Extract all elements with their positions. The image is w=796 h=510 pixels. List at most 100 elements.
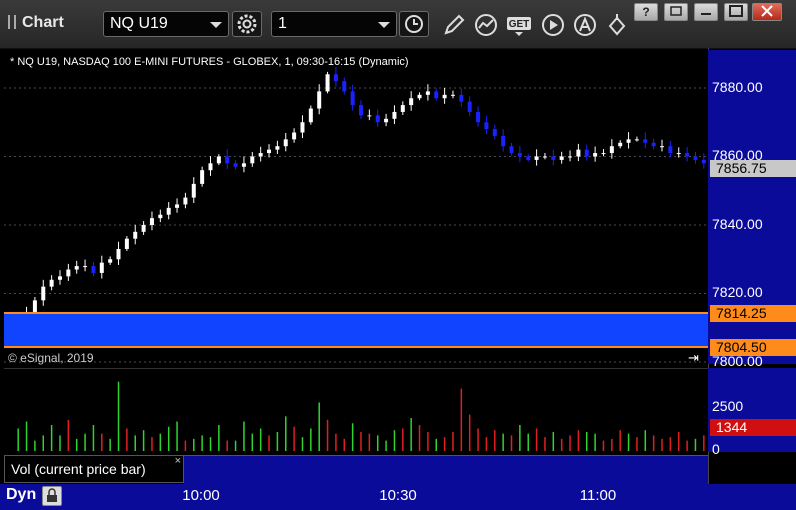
- candle: [576, 149, 581, 157]
- alert-icon[interactable]: [572, 12, 598, 38]
- candle: [526, 156, 531, 160]
- candle: [476, 111, 481, 123]
- candle: [593, 153, 598, 157]
- settings-button[interactable]: [232, 11, 262, 37]
- candle: [660, 146, 665, 148]
- maximize-button[interactable]: [724, 3, 748, 21]
- candle: [49, 279, 54, 287]
- candle: [359, 105, 363, 116]
- candle: [409, 98, 414, 106]
- candle: [634, 139, 639, 141]
- candle: [267, 149, 272, 154]
- chevron-down-icon[interactable]: [210, 22, 222, 28]
- gear-icon: [237, 14, 257, 34]
- volume-axis[interactable]: 2500 0 1344: [708, 368, 796, 457]
- candle: [450, 94, 455, 96]
- title-bar: Chart NQ U19 1 GET ?: [0, 0, 796, 49]
- volume-pane[interactable]: [4, 368, 708, 453]
- candle: [701, 159, 706, 164]
- close-study-icon[interactable]: ×: [175, 455, 181, 467]
- pencil-icon[interactable]: [441, 12, 467, 38]
- candle: [434, 91, 439, 99]
- candle: [375, 115, 380, 123]
- study-icon[interactable]: [473, 12, 499, 38]
- time-axis[interactable]: Dyn 10:00 10:30 11:00: [0, 484, 796, 510]
- candle: [300, 122, 305, 133]
- candle: [492, 129, 497, 136]
- volume-label-bar: [184, 455, 708, 484]
- candle: [258, 153, 263, 157]
- candle: [542, 156, 547, 158]
- restore-button[interactable]: [664, 3, 688, 21]
- candle: [367, 115, 372, 117]
- candle: [333, 74, 338, 82]
- current-volume-label: 1344: [710, 418, 796, 436]
- drag-grip-icon[interactable]: [8, 15, 16, 29]
- candle: [693, 156, 698, 160]
- candle: [392, 111, 397, 119]
- close-button[interactable]: [752, 3, 782, 21]
- candle: [225, 156, 230, 164]
- candle: [208, 163, 213, 171]
- candle: [651, 142, 656, 147]
- window-title[interactable]: Chart: [8, 14, 64, 32]
- candle: [99, 262, 104, 273]
- candle: [216, 156, 221, 164]
- lock-icon[interactable]: [42, 486, 62, 506]
- candle: [459, 94, 464, 102]
- volume-tick-label: 2500: [712, 397, 744, 414]
- candle: [57, 276, 62, 280]
- candle: [149, 218, 154, 225]
- candle: [250, 156, 255, 164]
- symbol-combo[interactable]: NQ U19: [103, 11, 229, 37]
- svg-text:GET: GET: [509, 19, 530, 30]
- candle: [350, 91, 355, 106]
- last-price-label: 7856.75: [710, 159, 796, 177]
- candle: [501, 135, 506, 147]
- candle: [559, 156, 564, 160]
- help-button[interactable]: ?: [634, 3, 658, 21]
- minimize-button[interactable]: [694, 3, 718, 21]
- play-icon[interactable]: [540, 12, 566, 38]
- symbol-value: NQ U19: [110, 15, 168, 32]
- price-tick-label: 7820.00: [712, 284, 763, 301]
- dynamic-mode-label[interactable]: Dyn: [6, 486, 36, 504]
- candle: [175, 204, 180, 208]
- volume-study-label[interactable]: Vol (current price bar) ×: [4, 455, 184, 483]
- candle: [91, 266, 96, 273]
- clock-icon: [405, 15, 423, 33]
- candle: [166, 207, 171, 215]
- candle: [618, 142, 623, 147]
- candle: [83, 266, 88, 268]
- time-template-button[interactable]: [399, 11, 429, 37]
- candle: [484, 122, 489, 130]
- candle: [141, 224, 146, 232]
- price-band[interactable]: [4, 312, 708, 348]
- candle: [183, 197, 188, 205]
- minimize-icon: [701, 13, 711, 15]
- candle: [191, 183, 196, 198]
- candle: [534, 156, 539, 160]
- window-title-text: Chart: [22, 14, 64, 31]
- maximize-icon: [729, 5, 743, 17]
- price-axis[interactable]: 7880.00 7860.00 7840.00 7820.00 7800.00 7856.…: [708, 50, 796, 369]
- volume-canvas: [17, 381, 705, 451]
- candle: [317, 91, 322, 109]
- candle: [668, 146, 673, 154]
- candle: [283, 139, 288, 147]
- candle: [241, 163, 246, 167]
- candle: [292, 132, 297, 140]
- chart-title: * NQ U19, NASDAQ 100 E-MINI FUTURES - GL…: [10, 56, 409, 68]
- interval-combo[interactable]: 1: [271, 11, 397, 37]
- candle: [116, 248, 121, 260]
- chevron-down-icon[interactable]: [378, 22, 390, 28]
- scroll-to-end-icon[interactable]: ⇥: [688, 350, 699, 366]
- candle: [200, 170, 205, 184]
- tools-icon[interactable]: [604, 12, 630, 38]
- candle: [308, 108, 313, 123]
- candle: [609, 146, 614, 154]
- candle: [626, 139, 631, 143]
- candle: [384, 118, 389, 123]
- get-icon[interactable]: GET: [505, 12, 535, 38]
- candle: [124, 238, 129, 249]
